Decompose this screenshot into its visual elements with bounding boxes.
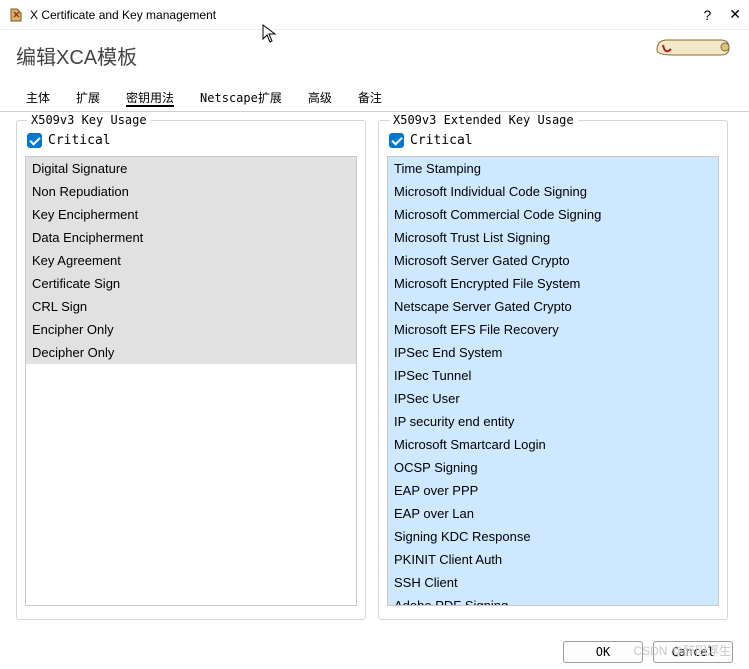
app-icon <box>8 7 24 23</box>
list-item[interactable]: Microsoft Trust List Signing <box>388 226 718 249</box>
dialog-buttons: OK Cancel <box>563 641 733 663</box>
tab-bar: 主体扩展密钥用法Netscape扩展高级备注 <box>0 84 749 112</box>
list-item[interactable]: Adobe PDF Signing <box>388 594 718 606</box>
page-header: 编辑XCA模板 <box>0 30 749 80</box>
key-usage-legend: X509v3 Key Usage <box>27 113 151 127</box>
list-item[interactable]: Signing KDC Response <box>388 525 718 548</box>
list-item[interactable]: Microsoft EFS File Recovery <box>388 318 718 341</box>
tab-5[interactable]: 备注 <box>348 85 392 112</box>
list-item[interactable]: Microsoft Server Gated Crypto <box>388 249 718 272</box>
tab-0[interactable]: 主体 <box>16 85 60 112</box>
list-item[interactable]: OCSP Signing <box>388 456 718 479</box>
list-item[interactable]: SSH Client <box>388 571 718 594</box>
list-item[interactable]: EAP over Lan <box>388 502 718 525</box>
key-usage-critical-checkbox[interactable] <box>27 133 42 148</box>
list-item[interactable]: IPSec User <box>388 387 718 410</box>
ok-button[interactable]: OK <box>563 641 643 663</box>
tab-2[interactable]: 密钥用法 <box>116 85 184 112</box>
list-item[interactable]: Microsoft Commercial Code Signing <box>388 203 718 226</box>
help-button[interactable]: ? <box>703 7 711 23</box>
list-item[interactable]: Decipher Only <box>26 341 356 364</box>
key-usage-critical-label: Critical <box>48 133 111 148</box>
list-item[interactable]: Microsoft Encrypted File System <box>388 272 718 295</box>
tab-4[interactable]: 高级 <box>298 85 342 112</box>
ext-key-usage-critical-label: Critical <box>410 133 473 148</box>
list-item[interactable]: Key Agreement <box>26 249 356 272</box>
ext-key-usage-list[interactable]: Time StampingMicrosoft Individual Code S… <box>387 156 719 606</box>
list-item[interactable]: Time Stamping <box>388 157 718 180</box>
key-usage-list[interactable]: Digital SignatureNon RepudiationKey Enci… <box>25 156 357 606</box>
list-item[interactable]: Data Encipherment <box>26 226 356 249</box>
list-item[interactable]: PKINIT Client Auth <box>388 548 718 571</box>
list-item[interactable]: Digital Signature <box>26 157 356 180</box>
tab-1[interactable]: 扩展 <box>66 85 110 112</box>
list-item[interactable]: Netscape Server Gated Crypto <box>388 295 718 318</box>
list-item[interactable]: Non Repudiation <box>26 180 356 203</box>
ext-key-usage-legend: X509v3 Extended Key Usage <box>389 113 578 127</box>
list-item[interactable]: IPSec Tunnel <box>388 364 718 387</box>
titlebar: X Certificate and Key management ? ✕ <box>0 0 749 30</box>
list-item[interactable]: EAP over PPP <box>388 479 718 502</box>
content-area: X509v3 Key Usage Critical Digital Signat… <box>0 112 749 620</box>
key-usage-group: X509v3 Key Usage Critical Digital Signat… <box>16 120 366 620</box>
list-item[interactable]: IP security end entity <box>388 410 718 433</box>
ext-key-usage-critical-checkbox[interactable] <box>389 133 404 148</box>
list-item[interactable]: Key Encipherment <box>26 203 356 226</box>
scroll-icon <box>653 35 733 65</box>
list-item[interactable]: Microsoft Smartcard Login <box>388 433 718 456</box>
list-item[interactable]: CRL Sign <box>26 295 356 318</box>
tab-3[interactable]: Netscape扩展 <box>190 85 292 112</box>
list-item[interactable]: Certificate Sign <box>26 272 356 295</box>
list-item[interactable]: IPSec End System <box>388 341 718 364</box>
page-title: 编辑XCA模板 <box>16 41 137 70</box>
list-item[interactable]: Microsoft Individual Code Signing <box>388 180 718 203</box>
list-item[interactable]: Encipher Only <box>26 318 356 341</box>
ext-key-usage-group: X509v3 Extended Key Usage Critical Time … <box>378 120 728 620</box>
cancel-button[interactable]: Cancel <box>653 641 733 663</box>
window-title: X Certificate and Key management <box>30 8 703 22</box>
close-button[interactable]: ✕ <box>729 6 741 23</box>
